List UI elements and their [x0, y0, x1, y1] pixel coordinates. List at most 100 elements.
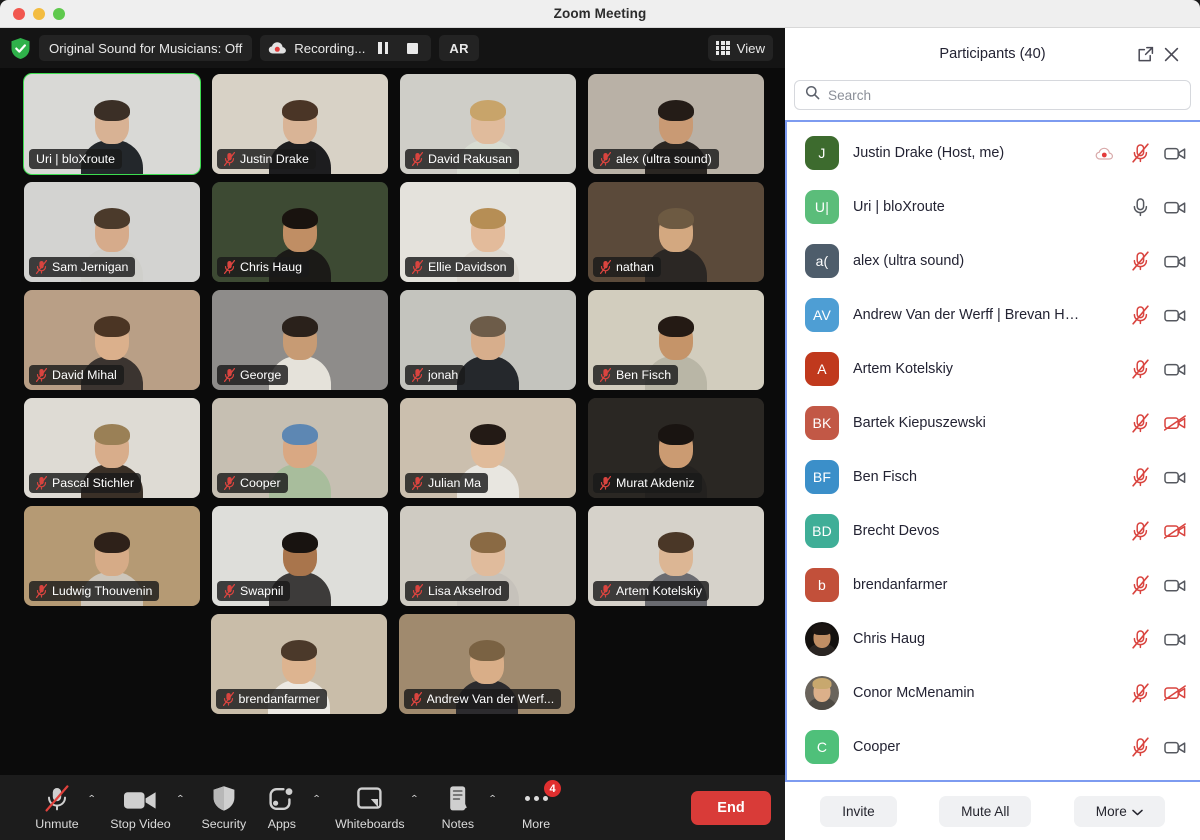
microphone-off-icon[interactable] [1129, 520, 1151, 542]
microphone-off-icon[interactable] [1129, 736, 1151, 758]
participant-row[interactable]: Chris Haug [787, 612, 1200, 666]
chevron-up-icon[interactable]: ⌃ [87, 793, 106, 804]
chevron-up-icon[interactable]: ⌃ [176, 793, 195, 804]
video-tile[interactable]: Artem Kotelskiy [588, 506, 764, 606]
video-tile[interactable]: Pascal Stichler [24, 398, 200, 498]
more-participants-button[interactable]: More [1073, 795, 1165, 827]
status-spacer [1094, 682, 1116, 704]
invite-button[interactable]: Invite [820, 795, 897, 827]
video-tile[interactable]: Justin Drake [212, 74, 388, 174]
participant-row[interactable]: BK Bartek Kiepuszewski [787, 396, 1200, 450]
end-meeting-button[interactable]: End [691, 790, 771, 825]
tile-participant-name: David Mihal [52, 368, 117, 382]
toolbar-button-label: More [521, 817, 551, 831]
video-tile[interactable]: nathan [588, 182, 764, 282]
video-tile[interactable]: Ludwig Thouvenin [24, 506, 200, 606]
tile-name-badge: nathan [593, 257, 661, 277]
video-tile[interactable]: brendanfarmer [210, 614, 387, 714]
video-tile[interactable]: Cooper [212, 398, 388, 498]
microphone-off-icon [411, 475, 424, 491]
search-input[interactable] [828, 87, 1180, 103]
shield-check-icon[interactable] [10, 37, 31, 60]
video-tile[interactable]: Ellie Davidson [400, 182, 576, 282]
participant-row[interactable]: b brendanfarmer [787, 558, 1200, 612]
toolbar-button-more[interactable]: More 4 [507, 780, 565, 831]
microphone-off-icon[interactable] [1129, 628, 1151, 650]
microphone-off-icon[interactable] [1129, 466, 1151, 488]
video-tile[interactable]: Chris Haug [212, 182, 388, 282]
video-camera-icon[interactable] [1164, 466, 1186, 488]
microphone-off-icon[interactable] [1129, 412, 1151, 434]
participant-row[interactable]: Conor McMenamin [787, 666, 1200, 720]
popout-icon[interactable] [1132, 41, 1158, 67]
tile-participant-name: Chris Haug [240, 260, 302, 274]
status-spacer [1094, 304, 1116, 326]
video-tile[interactable]: Ben Fisch [588, 290, 764, 390]
microphone-off-icon[interactable] [1129, 574, 1151, 596]
video-tile[interactable]: David Mihal [24, 290, 200, 390]
microphone-off-icon [35, 259, 48, 275]
toolbar-button-apps[interactable]: Apps [253, 784, 311, 831]
mute-all-button[interactable]: Mute All [939, 795, 1032, 827]
participant-row[interactable]: a( alex (ultra sound) [787, 234, 1200, 288]
video-tile[interactable]: George [212, 290, 388, 390]
toolbar-button-unmute[interactable]: Unmute [28, 784, 86, 831]
toolbar-button-security[interactable]: Security [195, 784, 253, 831]
video-tile[interactable]: Sam Jernigan [24, 182, 200, 282]
participant-row[interactable]: C Cooper [787, 720, 1200, 774]
view-button[interactable]: View [707, 35, 773, 61]
participant-row[interactable]: BD Brecht Devos [787, 504, 1200, 558]
toolbar-button-stop-video[interactable]: Stop Video [106, 784, 174, 831]
video-camera-icon[interactable] [1164, 574, 1186, 596]
video-camera-icon[interactable] [1164, 304, 1186, 326]
video-camera-icon[interactable] [1164, 250, 1186, 272]
video-camera-icon[interactable] [1164, 196, 1186, 218]
video-off-icon[interactable] [1164, 682, 1186, 704]
video-tile[interactable]: jonah [400, 290, 576, 390]
chevron-up-icon[interactable]: ⌃ [410, 793, 429, 804]
video-tile[interactable]: Lisa Akselrod [400, 506, 576, 606]
original-sound-status[interactable]: Original Sound for Musicians: Off [39, 35, 253, 61]
participant-row[interactable]: AV Andrew Van der Werff | Brevan Howard [787, 288, 1200, 342]
video-tile[interactable]: Murat Akdeniz [588, 398, 764, 498]
participant-status-icons [1094, 682, 1186, 704]
video-camera-icon[interactable] [1164, 628, 1186, 650]
microphone-off-icon[interactable] [1129, 358, 1151, 380]
pause-icon[interactable] [372, 35, 394, 61]
video-camera-icon[interactable] [1164, 142, 1186, 164]
video-off-icon[interactable] [1164, 520, 1186, 542]
recording-label: Recording... [294, 40, 366, 56]
chevron-up-icon[interactable]: ⌃ [488, 793, 507, 804]
chevron-up-icon[interactable]: ⌃ [312, 793, 331, 804]
ar-button[interactable]: AR [439, 35, 479, 61]
video-camera-icon[interactable] [1164, 736, 1186, 758]
video-tile[interactable]: Uri | bloXroute [23, 73, 201, 175]
video-camera-icon[interactable] [1164, 358, 1186, 380]
microphone-off-icon[interactable] [1129, 142, 1151, 164]
toolbar-button-notes[interactable]: Notes [429, 784, 487, 831]
microphone-off-icon[interactable] [1129, 304, 1151, 326]
stop-icon[interactable] [401, 35, 423, 61]
microphone-off-icon[interactable] [1129, 682, 1151, 704]
participant-row[interactable]: BF Ben Fisch [787, 450, 1200, 504]
video-tile[interactable]: Julian Ma [400, 398, 576, 498]
participant-row[interactable]: J Justin Drake (Host, me) [787, 126, 1200, 180]
participants-list-container[interactable]: J Justin Drake (Host, me) U| Uri | bloXr… [785, 120, 1200, 782]
video-off-icon[interactable] [1164, 412, 1186, 434]
avatar-initials: a( [815, 253, 829, 269]
search-box[interactable] [794, 80, 1191, 110]
video-tile[interactable]: Swapnil [212, 506, 388, 606]
microphone-off-icon[interactable] [1129, 250, 1151, 272]
tile-participant-name: nathan [616, 260, 654, 274]
participant-row[interactable]: U| Uri | bloXroute [787, 180, 1200, 234]
whiteboard-icon [357, 785, 383, 812]
microphone-off-icon [599, 475, 612, 491]
video-tile[interactable]: David Rakusan [400, 74, 576, 174]
microphone-icon[interactable] [1129, 196, 1151, 218]
participant-row[interactable]: A Artem Kotelskiy [787, 342, 1200, 396]
video-tile[interactable]: alex (ultra sound) [588, 74, 764, 174]
video-tile[interactable]: Andrew Van der Werf... [398, 614, 575, 714]
toolbar-button-whiteboards[interactable]: Whiteboards [331, 784, 409, 831]
toolbar-group: Apps ⌃ [253, 784, 331, 831]
close-icon[interactable] [1158, 41, 1184, 67]
